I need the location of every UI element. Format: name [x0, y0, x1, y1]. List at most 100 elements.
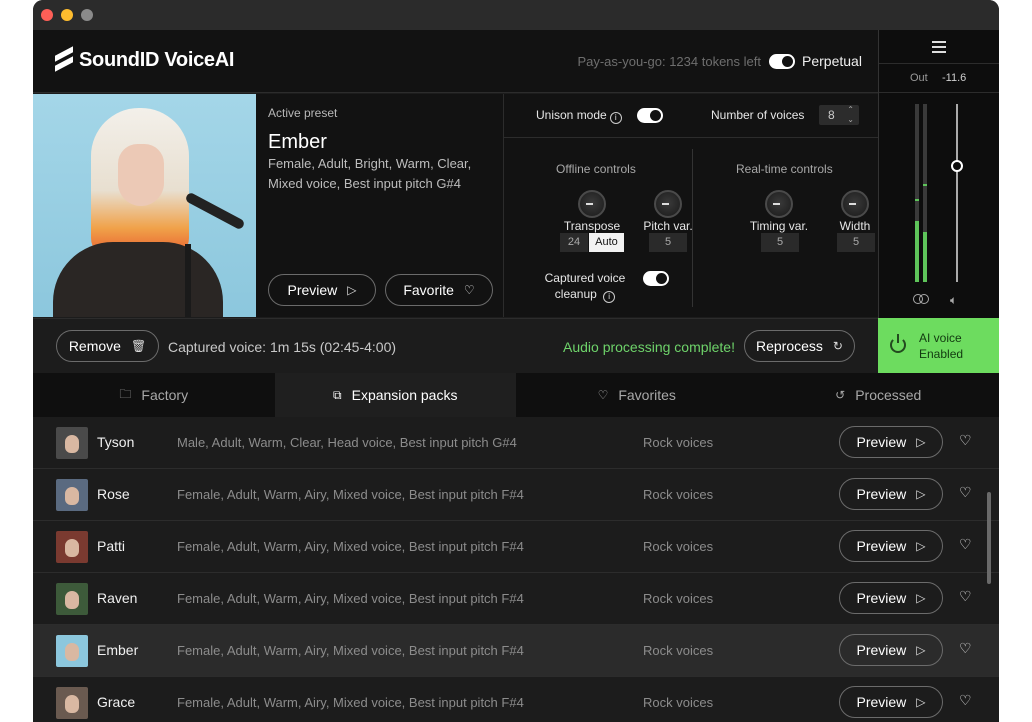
- info-icon[interactable]: i: [603, 291, 616, 303]
- row-preview-button[interactable]: Preview ▷: [839, 634, 943, 666]
- voices-value: 8: [828, 108, 835, 122]
- tab-favorites[interactable]: ♡ Favorites: [516, 373, 758, 417]
- width-value[interactable]: 5: [837, 233, 875, 252]
- avatar: [56, 531, 88, 563]
- info-icon[interactable]: i: [609, 112, 622, 124]
- meter-left-fill: [915, 221, 919, 282]
- row-preview-button[interactable]: Preview ▷: [839, 582, 943, 614]
- menu-area: [879, 30, 999, 64]
- timing-variation-value[interactable]: 5: [761, 233, 799, 252]
- play-icon: ▷: [916, 643, 926, 657]
- unison-label: Unison mode: [536, 108, 607, 122]
- row-preview-button[interactable]: Preview ▷: [839, 426, 943, 458]
- row-preview-button[interactable]: Preview ▷: [839, 478, 943, 510]
- out-value: -11.6: [942, 72, 967, 84]
- favorite-button[interactable]: Favorite ♡: [385, 274, 493, 306]
- favorite-heart-icon[interactable]: ♡: [959, 692, 972, 709]
- voice-name: Raven: [97, 590, 138, 606]
- stepper-icon[interactable]: ⌃ ⌄: [847, 105, 854, 125]
- play-icon: ▷: [916, 591, 926, 605]
- scrollbar[interactable]: [987, 492, 991, 584]
- zoom-window-button[interactable]: [81, 9, 93, 21]
- voice-name: Ember: [97, 642, 139, 658]
- voices-stepper[interactable]: 8 ⌃ ⌄: [819, 105, 859, 125]
- voice-row[interactable]: Raven Female, Adult, Warm, Airy, Mixed vo…: [33, 573, 999, 625]
- favorite-heart-icon[interactable]: ♡: [959, 432, 972, 449]
- close-window-button[interactable]: [41, 9, 53, 21]
- output-icons: 🔈︎: [879, 292, 999, 308]
- avatar: [56, 635, 88, 667]
- voice-description: Female, Adult, Warm, Airy, Mixed voice, …: [177, 643, 524, 658]
- favorite-heart-icon[interactable]: ♡: [959, 640, 972, 657]
- width-knob[interactable]: [841, 190, 869, 218]
- transpose-knob[interactable]: [578, 190, 606, 218]
- play-icon: ▷: [347, 283, 357, 297]
- pitch-variation-value[interactable]: 5: [649, 233, 687, 252]
- timing-variation-knob[interactable]: [765, 190, 793, 218]
- captured-voice-info: Captured voice: 1m 15s (02:45-4:00): [168, 339, 397, 355]
- reprocess-button[interactable]: Reprocess ↻: [744, 330, 855, 362]
- voice-row[interactable]: Tyson Male, Adult, Warm, Clear, Head voic…: [33, 417, 999, 469]
- favorite-label: Favorite: [403, 282, 454, 298]
- play-icon: ▷: [916, 695, 926, 709]
- play-icon: ▷: [916, 539, 926, 553]
- pitch-variation-knob[interactable]: [654, 190, 682, 218]
- preview-button[interactable]: Preview ▷: [268, 274, 376, 306]
- tab-expansion-packs[interactable]: ⧉ Expansion packs: [274, 373, 516, 417]
- ai-voice-label: AI voice: [919, 331, 962, 345]
- cleanup-toggle[interactable]: [643, 271, 669, 286]
- voice-category: Rock voices: [643, 695, 714, 710]
- soundid-logo-icon: [55, 46, 73, 72]
- voice-row[interactable]: Grace Female, Adult, Warm, Airy, Mixed vo…: [33, 677, 999, 722]
- trash-icon: 🗑︎: [130, 339, 147, 353]
- favorite-heart-icon[interactable]: ♡: [959, 484, 972, 501]
- preview-label: Preview: [856, 642, 907, 658]
- unison-toggle[interactable]: [637, 108, 663, 123]
- voice-row[interactable]: Patti Female, Adult, Warm, Airy, Mixed vo…: [33, 521, 999, 573]
- voice-category: Rock voices: [643, 591, 714, 606]
- menu-list-icon[interactable]: [932, 40, 946, 53]
- favorite-heart-icon[interactable]: ♡: [959, 588, 972, 605]
- meter-left-peak: [915, 199, 919, 201]
- remove-button[interactable]: Remove 🗑︎: [56, 330, 159, 362]
- voice-description: Female, Adult, Warm, Airy, Mixed voice, …: [177, 591, 524, 606]
- cleanup-label: Captured voice cleanup i: [530, 270, 640, 303]
- avatar: [56, 479, 88, 511]
- row-preview-button[interactable]: Preview ▷: [839, 686, 943, 718]
- voice-row[interactable]: Rose Female, Adult, Warm, Airy, Mixed voi…: [33, 469, 999, 521]
- power-icon: [890, 334, 906, 353]
- tokens-label: Pay-as-you-go: 1234 tokens left: [577, 54, 761, 69]
- voice-name: Grace: [97, 694, 136, 710]
- preview-label: Preview: [856, 538, 907, 554]
- stereo-link-icon[interactable]: [913, 294, 929, 304]
- preview-label: Preview: [856, 590, 907, 606]
- tab-label: Favorites: [618, 387, 676, 403]
- perpetual-toggle[interactable]: [769, 54, 795, 69]
- heart-icon: ♡: [463, 283, 475, 297]
- tab-processed[interactable]: ↺ Processed: [758, 373, 1000, 417]
- speaker-icon[interactable]: 🔈︎: [950, 293, 957, 308]
- realtime-controls-title: Real-time controls: [736, 162, 833, 176]
- out-label: Out: [910, 72, 928, 84]
- voices-label: Number of voices: [711, 108, 805, 122]
- preview-label: Preview: [856, 486, 907, 502]
- level-meter-right: [923, 104, 927, 282]
- ai-voice-toggle[interactable]: AI voice Enabled: [878, 318, 999, 373]
- tab-label: Processed: [855, 387, 922, 403]
- output-fader-track[interactable]: [956, 104, 958, 282]
- favorite-heart-icon[interactable]: ♡: [959, 536, 972, 553]
- minimize-window-button[interactable]: [61, 9, 73, 21]
- active-preset-panel: Active preset Ember Female, Adult, Brigh…: [256, 94, 504, 317]
- voice-name: Tyson: [97, 434, 135, 450]
- voice-list: Tyson Male, Adult, Warm, Clear, Head voic…: [33, 417, 999, 722]
- row-preview-button[interactable]: Preview ▷: [839, 530, 943, 562]
- app-window: SoundID VoiceAI Pay-as-you-go: 1234 toke…: [33, 0, 999, 722]
- box-icon: ⧉: [333, 387, 342, 402]
- voice-name: Rose: [97, 486, 130, 502]
- transpose-value[interactable]: 24: [560, 233, 588, 252]
- transpose-auto-button[interactable]: Auto: [589, 233, 624, 252]
- tab-factory[interactable]: 🗀︎ Factory: [33, 373, 275, 417]
- output-fader-handle[interactable]: [951, 160, 963, 172]
- voice-row[interactable]: Ember Female, Adult, Warm, Airy, Mixed vo…: [33, 625, 999, 677]
- offline-controls-title: Offline controls: [556, 162, 636, 176]
